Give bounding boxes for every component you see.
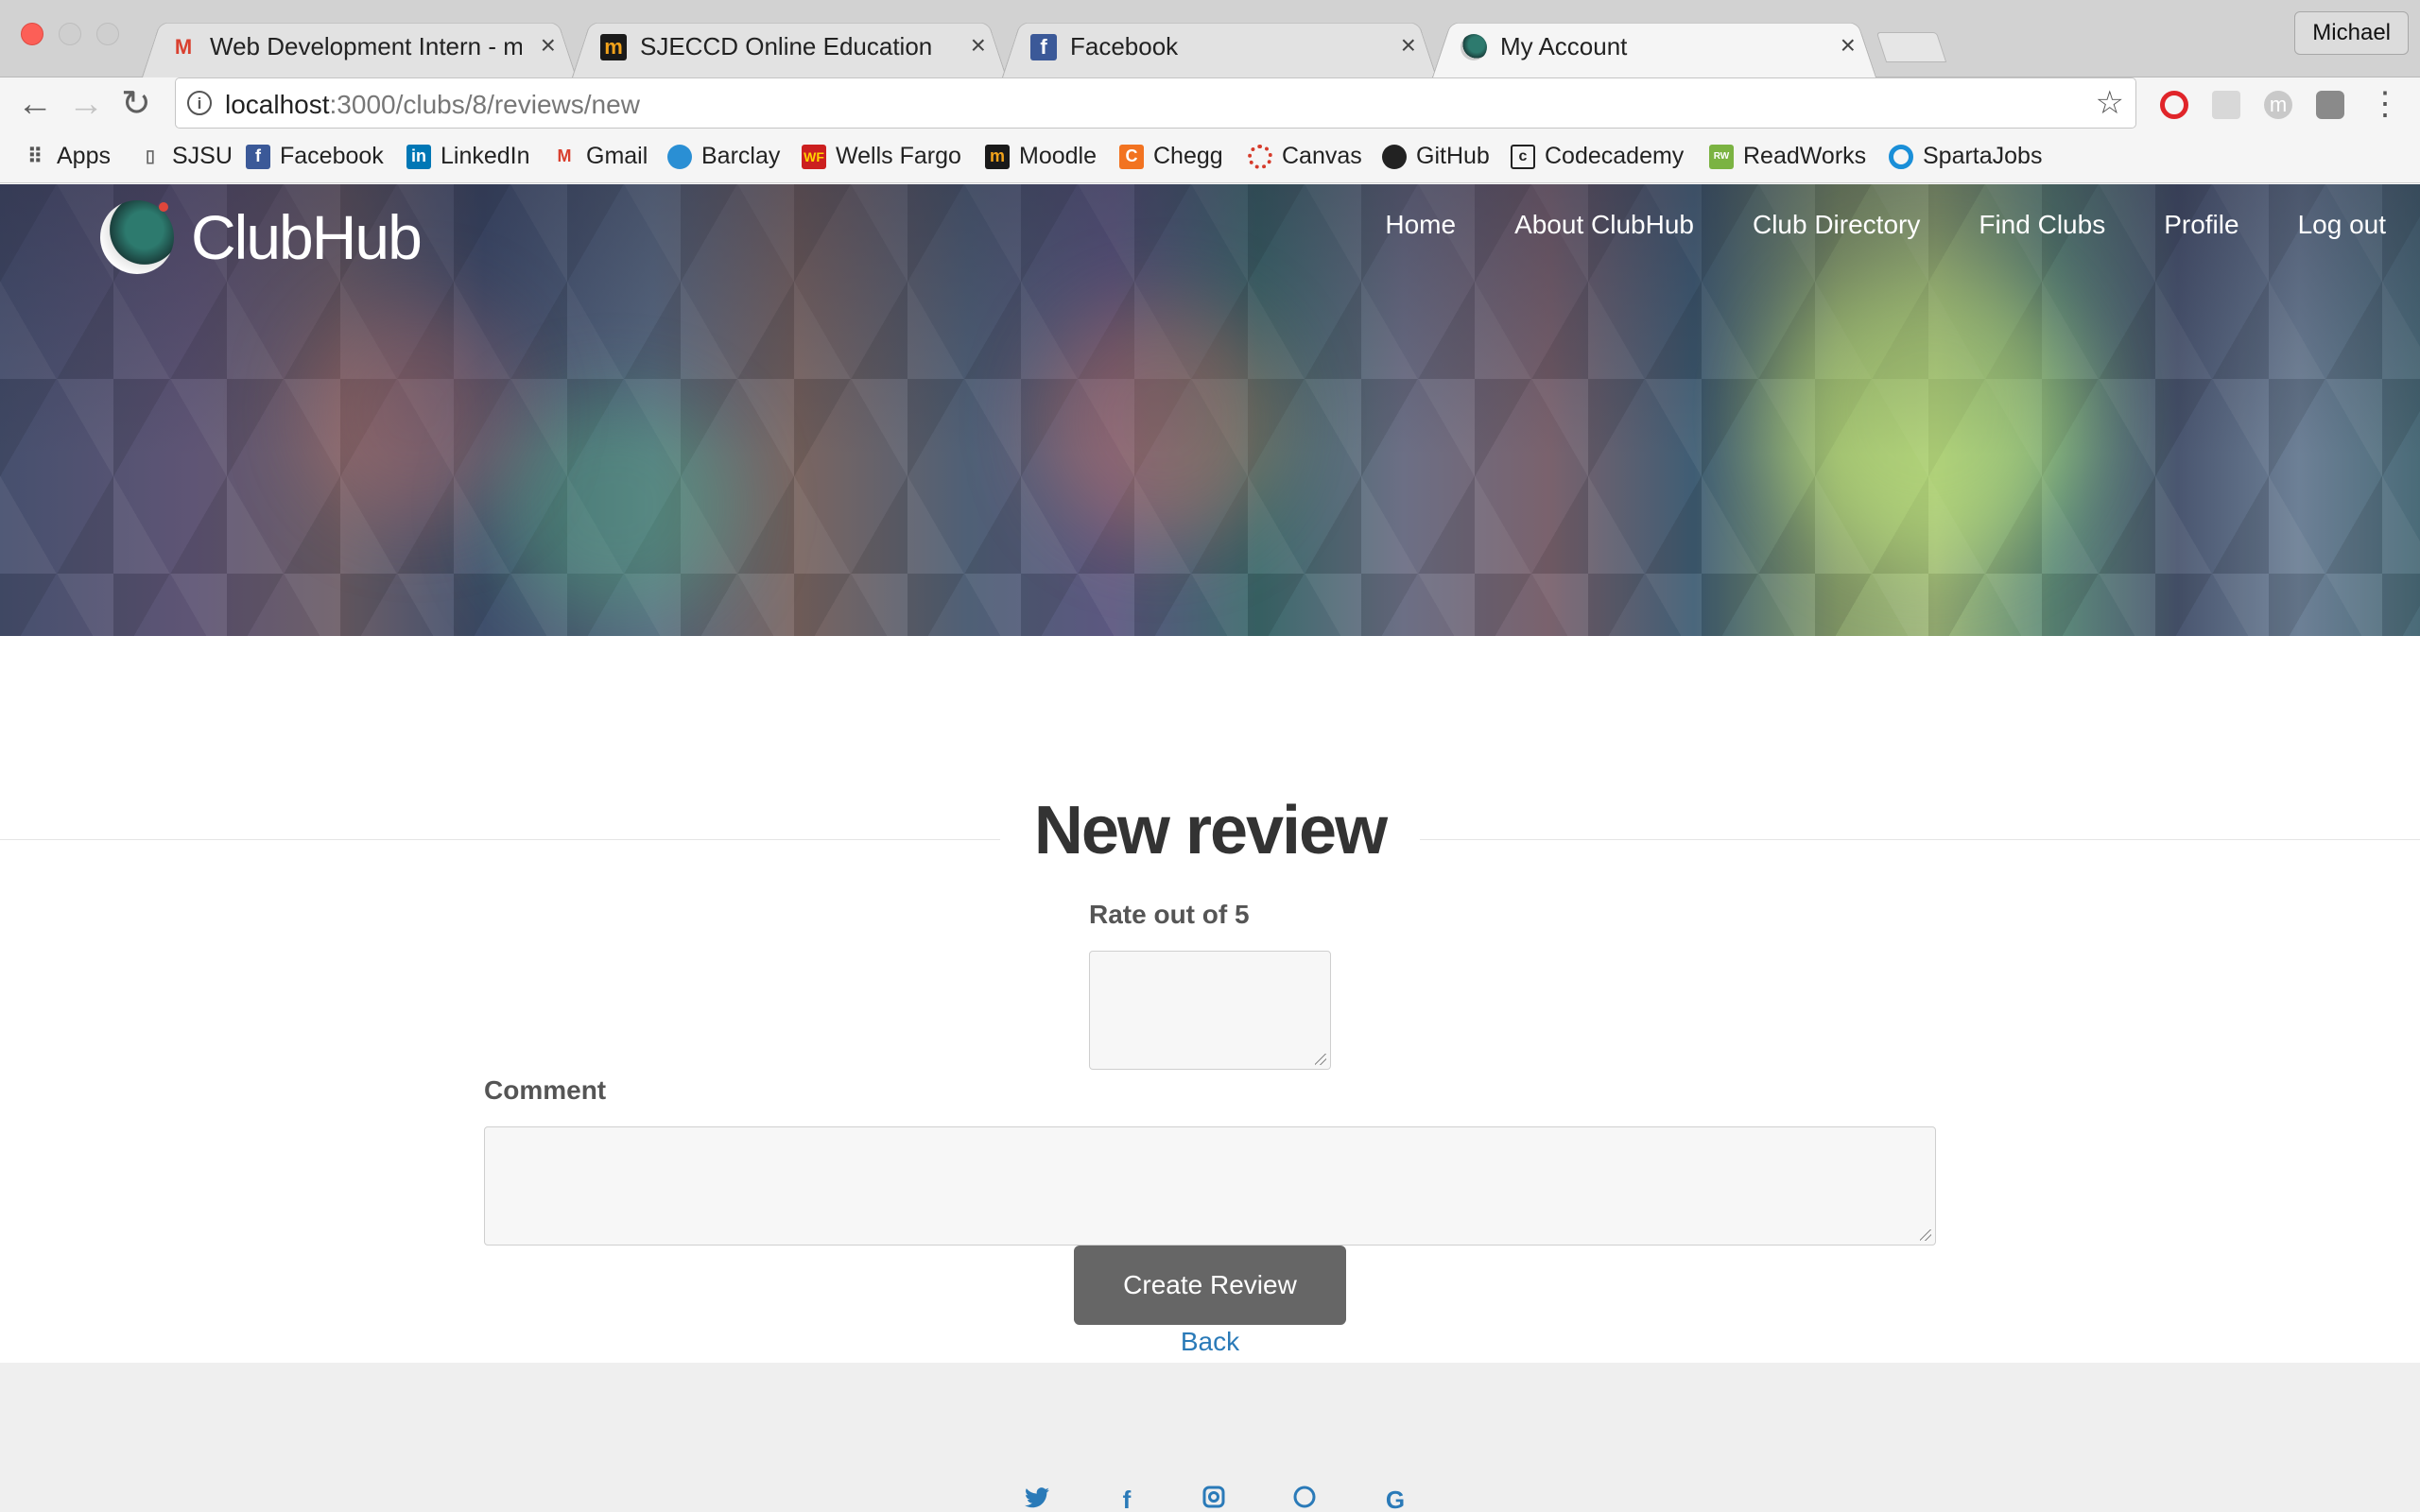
nav-club-directory[interactable]: Club Directory: [1753, 210, 1920, 240]
bookmark-canvas[interactable]: Canvas: [1248, 143, 1362, 170]
spartajobs-icon: [1889, 144, 1913, 169]
readworks-icon: RW: [1709, 144, 1734, 169]
rating-input[interactable]: [1089, 951, 1331, 1070]
footer: f G: [0, 1363, 2420, 1512]
bookmark-spartajobs[interactable]: SpartaJobs: [1889, 143, 2042, 170]
github-icon: [1382, 144, 1407, 169]
bookmark-readworks[interactable]: RW ReadWorks: [1709, 143, 1866, 170]
tab-sjeccd[interactable]: m SJECCD Online Education ×: [572, 15, 1007, 78]
extension-icon[interactable]: [2316, 91, 2344, 119]
rating-label: Rate out of 5: [1089, 900, 1250, 929]
extension-icon[interactable]: [2212, 91, 2240, 119]
tab-title: SJECCD Online Education: [640, 32, 933, 60]
brand-name: ClubHub: [191, 202, 423, 272]
gmail-icon: M: [174, 35, 193, 59]
tab-my-account[interactable]: My Account ×: [1432, 15, 1876, 78]
reload-icon[interactable]: ↻: [121, 85, 151, 123]
nav-profile[interactable]: Profile: [2164, 210, 2238, 240]
page-icon: ▯: [146, 146, 155, 165]
browser-toolbar: ← → ↻ i localhost:3000/clubs/8/reviews/n…: [0, 77, 2420, 132]
bookmark-codecademy[interactable]: c Codecademy: [1511, 143, 1684, 170]
nav-log-out[interactable]: Log out: [2298, 210, 2386, 240]
opera-extension-icon[interactable]: [2160, 91, 2188, 119]
bookmark-linkedin[interactable]: in LinkedIn: [406, 143, 530, 170]
tab-title: Web Development Intern - mic: [210, 32, 522, 60]
maximize-window-button[interactable]: [96, 23, 119, 45]
github-icon[interactable]: [1286, 1486, 1323, 1512]
bookmark-apps[interactable]: ⠿ Apps: [23, 143, 111, 170]
nav-find-clubs[interactable]: Find Clubs: [1979, 210, 2105, 240]
wells-fargo-icon: WF: [802, 144, 826, 169]
gmail-icon: M: [557, 146, 572, 165]
apps-grid-icon: ⠿: [26, 144, 43, 168]
twitter-icon[interactable]: [1018, 1486, 1056, 1512]
profile-button[interactable]: Michael: [2294, 11, 2409, 55]
bookmark-moodle[interactable]: m Moodle: [985, 143, 1097, 170]
nav-about-clubhub[interactable]: About ClubHub: [1514, 210, 1694, 240]
facebook-icon[interactable]: f: [1108, 1486, 1146, 1512]
linkedin-icon: in: [406, 144, 431, 169]
browser-tabstrip: M Web Development Intern - mic × m SJECC…: [0, 0, 2420, 78]
tab-title: Facebook: [1070, 32, 1179, 60]
url-text[interactable]: localhost:3000/clubs/8/reviews/new: [225, 90, 640, 120]
close-tab-icon[interactable]: ×: [971, 30, 986, 60]
close-tab-icon[interactable]: ×: [1401, 30, 1416, 60]
bookmark-facebook[interactable]: f Facebook: [246, 143, 384, 170]
nav-home[interactable]: Home: [1385, 210, 1456, 240]
back-link: Back: [1180, 1327, 1240, 1356]
chegg-icon: C: [1119, 144, 1144, 169]
facebook-icon: f: [1030, 34, 1057, 60]
bookmark-star-icon[interactable]: ☆: [2096, 84, 2124, 122]
create-review-button[interactable]: Create Review: [1074, 1246, 1346, 1325]
codecademy-icon: c: [1511, 144, 1535, 169]
instagram-icon[interactable]: [1195, 1486, 1233, 1512]
address-bar[interactable]: i localhost:3000/clubs/8/reviews/new ☆: [175, 77, 2136, 129]
bookmarks-bar: ⠿ Apps ▯ SJSU f Facebook in LinkedIn M Gmail …: [0, 132, 2420, 183]
page-title: New review: [0, 792, 2420, 869]
bookmark-chegg[interactable]: C Chegg: [1119, 143, 1223, 170]
bookmark-barclay[interactable]: Barclay: [667, 143, 780, 170]
barclay-icon: [667, 144, 692, 169]
bookmark-gmail[interactable]: M Gmail: [552, 143, 648, 170]
main-nav: Home About ClubHub Club Directory Find C…: [1385, 210, 2386, 240]
moodle-icon: m: [600, 34, 627, 60]
comment-input[interactable]: [484, 1126, 1936, 1246]
minimize-window-button[interactable]: [59, 23, 81, 45]
close-window-button[interactable]: [21, 23, 43, 45]
facebook-icon: f: [246, 144, 270, 169]
extension-m-icon[interactable]: m: [2264, 91, 2292, 119]
google-icon[interactable]: G: [1376, 1486, 1414, 1512]
tab-gmail[interactable]: M Web Development Intern - mic ×: [142, 15, 577, 78]
comment-label: Comment: [484, 1075, 607, 1105]
moodle-icon: m: [985, 144, 1010, 169]
canvas-icon: [1248, 144, 1272, 169]
site-logo[interactable]: ClubHub: [100, 200, 423, 274]
bookmark-github[interactable]: GitHub: [1382, 143, 1490, 170]
close-tab-icon[interactable]: ×: [541, 30, 556, 60]
clubhub-logo-icon: [100, 200, 174, 274]
new-tab-button[interactable]: [1876, 32, 1947, 62]
info-icon[interactable]: i: [187, 91, 212, 115]
close-tab-icon[interactable]: ×: [1841, 30, 1856, 60]
forward-arrow-icon[interactable]: →: [68, 85, 104, 123]
more-menu-icon[interactable]: ⋮: [2369, 85, 2401, 123]
clubhub-icon: [1461, 34, 1487, 60]
tab-facebook[interactable]: f Facebook ×: [1002, 15, 1437, 78]
back-arrow-icon[interactable]: ←: [17, 85, 53, 123]
bookmark-wells-fargo[interactable]: WF Wells Fargo: [802, 143, 961, 170]
tab-title: My Account: [1500, 32, 1628, 60]
bookmark-sjsu[interactable]: ▯ SJSU: [138, 143, 233, 170]
